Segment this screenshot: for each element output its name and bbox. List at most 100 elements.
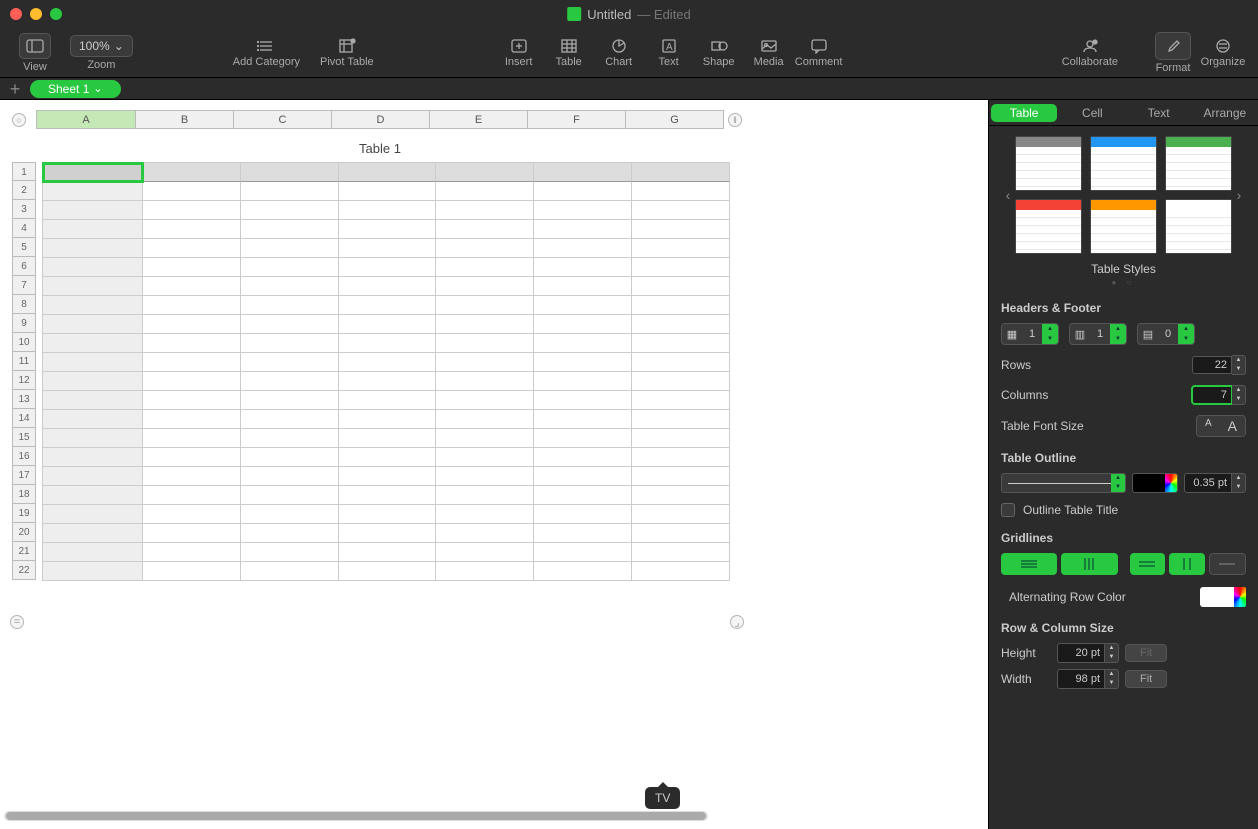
cell-G18[interactable] (632, 486, 730, 505)
text-button[interactable]: A Text (644, 38, 694, 68)
row-header-11[interactable]: 11 (12, 352, 36, 371)
column-header-D[interactable]: D (332, 110, 430, 129)
cell-F12[interactable] (534, 372, 632, 391)
outline-title-checkbox[interactable] (1001, 503, 1015, 517)
cell-G10[interactable] (632, 334, 730, 353)
cell-B20[interactable] (143, 524, 241, 543)
cell-E9[interactable] (436, 315, 534, 334)
tab-arrange[interactable]: Arrange (1192, 102, 1258, 124)
cell-A21[interactable] (43, 543, 143, 562)
cell-B10[interactable] (143, 334, 241, 353)
cell-D17[interactable] (339, 467, 437, 486)
cell-C20[interactable] (241, 524, 339, 543)
close-icon[interactable] (10, 8, 22, 20)
cell-E4[interactable] (436, 220, 534, 239)
cell-B16[interactable] (143, 448, 241, 467)
cell-F20[interactable] (534, 524, 632, 543)
cell-B6[interactable] (143, 258, 241, 277)
cell-B3[interactable] (143, 201, 241, 220)
cell-D5[interactable] (339, 239, 437, 258)
header-rows-stepper[interactable]: ▦1▲▼ (1001, 323, 1059, 345)
table-corner-handle[interactable]: ○ (12, 113, 26, 127)
font-small-button[interactable]: A (1197, 416, 1220, 436)
cell-B7[interactable] (143, 277, 241, 296)
add-sheet-button[interactable]: + (6, 80, 24, 98)
cell-D14[interactable] (339, 410, 437, 429)
cell-C19[interactable] (241, 505, 339, 524)
cell-F19[interactable] (534, 505, 632, 524)
media-button[interactable]: Media (744, 38, 794, 68)
cell-B22[interactable] (143, 562, 241, 581)
cell-G9[interactable] (632, 315, 730, 334)
cell-B4[interactable] (143, 220, 241, 239)
row-header-15[interactable]: 15 (12, 428, 36, 447)
cell-G21[interactable] (632, 543, 730, 562)
cell-G1[interactable] (632, 163, 730, 182)
row-header-7[interactable]: 7 (12, 276, 36, 295)
cell-G15[interactable] (632, 429, 730, 448)
row-header-14[interactable]: 14 (12, 409, 36, 428)
cell-A22[interactable] (43, 562, 143, 581)
table-style-orange[interactable] (1090, 199, 1157, 254)
rows-input[interactable]: ▲▼ (1192, 355, 1246, 375)
cell-E11[interactable] (436, 353, 534, 372)
gridlines-body-h[interactable] (1001, 553, 1057, 575)
zoom-control[interactable]: 100%⌄ Zoom (70, 35, 133, 71)
format-button[interactable]: Format (1148, 32, 1198, 74)
cell-G4[interactable] (632, 220, 730, 239)
cell-E5[interactable] (436, 239, 534, 258)
cell-D20[interactable] (339, 524, 437, 543)
cell-B18[interactable] (143, 486, 241, 505)
cell-E7[interactable] (436, 277, 534, 296)
cell-E10[interactable] (436, 334, 534, 353)
cell-F5[interactable] (534, 239, 632, 258)
shape-button[interactable]: Shape (694, 38, 744, 68)
add-category-button[interactable]: Add Category (233, 38, 300, 68)
cell-D19[interactable] (339, 505, 437, 524)
cell-E3[interactable] (436, 201, 534, 220)
cell-E15[interactable] (436, 429, 534, 448)
cell-C11[interactable] (241, 353, 339, 372)
cell-E13[interactable] (436, 391, 534, 410)
add-row-handle[interactable]: = (10, 615, 24, 629)
cell-C1[interactable] (241, 163, 339, 182)
cell-D18[interactable] (339, 486, 437, 505)
cell-F13[interactable] (534, 391, 632, 410)
add-column-handle[interactable]: ‖ (728, 113, 742, 127)
minimize-icon[interactable] (30, 8, 42, 20)
alt-row-color-well[interactable] (1200, 587, 1246, 607)
outline-color-well[interactable] (1132, 473, 1178, 493)
cell-A16[interactable] (43, 448, 143, 467)
cell-G12[interactable] (632, 372, 730, 391)
cell-D11[interactable] (339, 353, 437, 372)
cell-E12[interactable] (436, 372, 534, 391)
cell-G14[interactable] (632, 410, 730, 429)
comment-button[interactable]: Comment (794, 38, 844, 68)
cell-F10[interactable] (534, 334, 632, 353)
outline-pt-input[interactable]: ▲▼ (1184, 473, 1246, 493)
cell-A5[interactable] (43, 239, 143, 258)
cell-F18[interactable] (534, 486, 632, 505)
row-header-4[interactable]: 4 (12, 219, 36, 238)
insert-button[interactable]: Insert (494, 38, 544, 68)
font-size-toggle[interactable]: AA (1196, 415, 1246, 437)
cell-D6[interactable] (339, 258, 437, 277)
height-input[interactable]: ▲▼ (1057, 643, 1119, 663)
horizontal-scrollbar[interactable] (4, 811, 708, 821)
column-header-C[interactable]: C (234, 110, 332, 129)
gridlines-footer[interactable] (1209, 553, 1247, 575)
cell-F22[interactable] (534, 562, 632, 581)
cell-C6[interactable] (241, 258, 339, 277)
cell-F16[interactable] (534, 448, 632, 467)
row-header-1[interactable]: 1 (12, 162, 36, 181)
cell-E16[interactable] (436, 448, 534, 467)
cell-A13[interactable] (43, 391, 143, 410)
gridlines-header-h[interactable] (1130, 553, 1166, 575)
width-input[interactable]: ▲▼ (1057, 669, 1119, 689)
row-header-21[interactable]: 21 (12, 542, 36, 561)
cell-E22[interactable] (436, 562, 534, 581)
cell-A15[interactable] (43, 429, 143, 448)
cell-D16[interactable] (339, 448, 437, 467)
cell-D22[interactable] (339, 562, 437, 581)
cell-G3[interactable] (632, 201, 730, 220)
